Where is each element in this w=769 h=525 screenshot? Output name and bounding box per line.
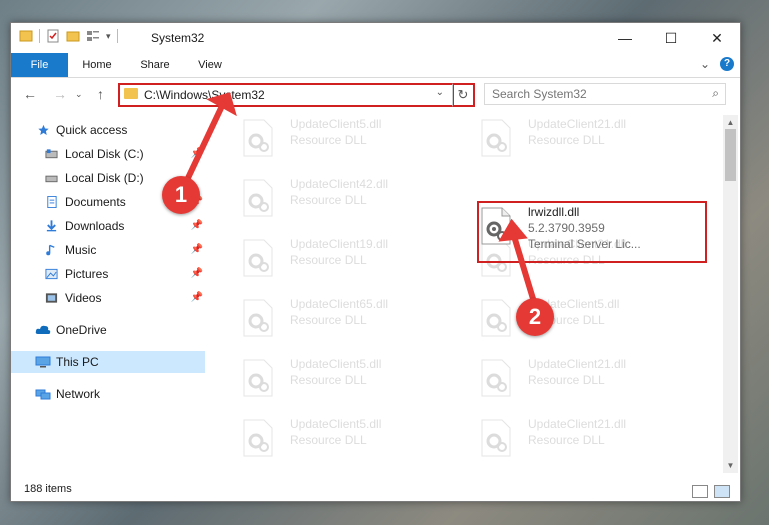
annotation-arrow-1	[185, 104, 225, 180]
step-1-badge: 1	[162, 176, 200, 214]
annotation-arrowhead-1	[206, 92, 237, 117]
annotation-arrowhead-2	[498, 218, 528, 242]
annotation-arrows	[185, 92, 537, 303]
step-2-badge: 2	[516, 298, 554, 336]
annotation-arrow-2	[511, 235, 537, 303]
